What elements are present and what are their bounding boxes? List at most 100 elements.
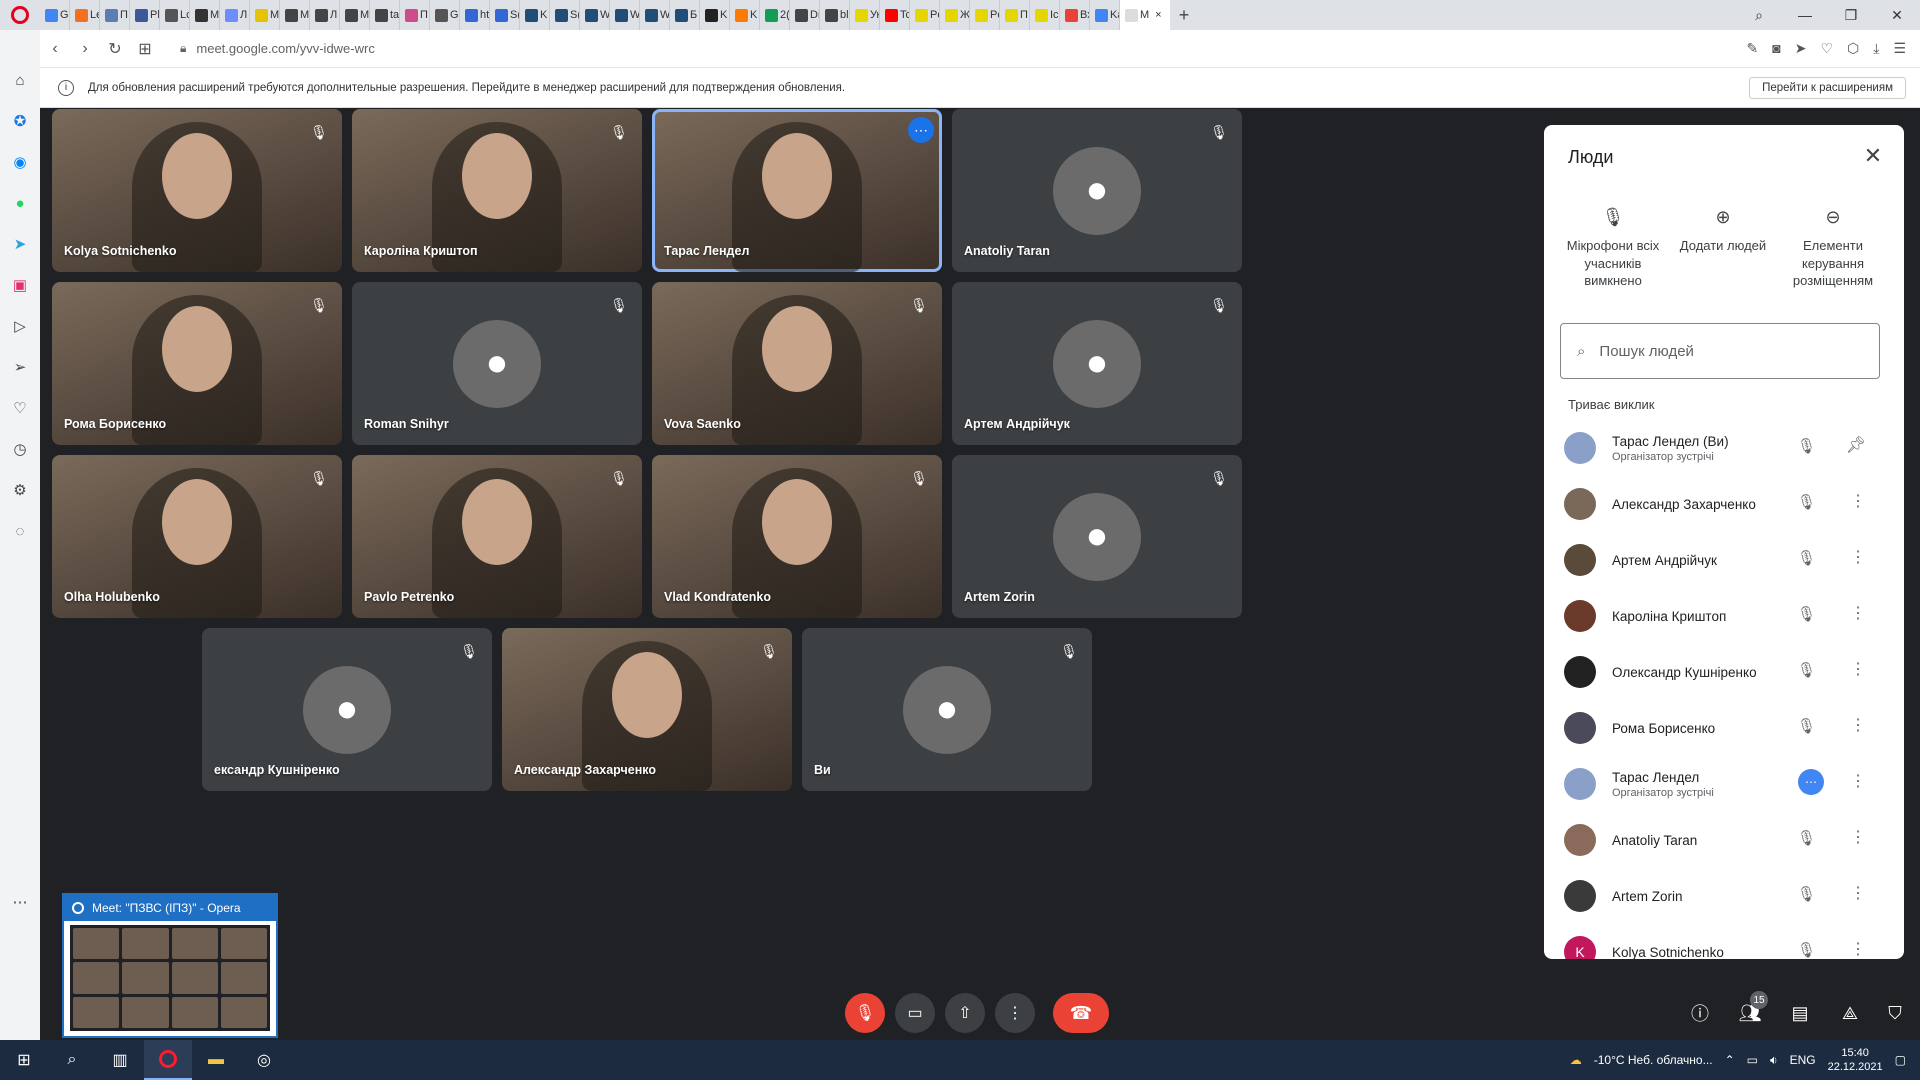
more-vert-icon[interactable]: ⋮ <box>1850 883 1866 903</box>
browser-tab[interactable]: Pe <box>970 0 1000 30</box>
mute-all-action[interactable]: 🎙︎ Мікрофони всіх учасників вимкнено <box>1558 205 1668 290</box>
add-people-action[interactable]: ⊕ Додати людей <box>1668 205 1778 290</box>
mic-muted-icon[interactable]: 🎙︎ <box>1797 437 1816 455</box>
more-vert-icon[interactable]: ⋮ <box>1850 827 1866 847</box>
browser-tab[interactable]: bl <box>820 0 850 30</box>
participant-row[interactable]: Рома Борисенко 🎙︎ ⋮ <box>1544 700 1904 756</box>
participant-tile[interactable]: 🎙︎ Кароліна Криштоп <box>352 109 642 272</box>
browser-tab[interactable]: ht <box>460 0 490 30</box>
easy-setup-icon[interactable]: ☰ <box>1893 40 1906 57</box>
microphone-toggle-button[interactable]: 🎙︎ <box>845 993 885 1033</box>
opera-menu-button[interactable] <box>0 0 40 30</box>
present-screen-button[interactable]: ⇧ <box>945 993 985 1033</box>
lightbulb-icon[interactable]: ◌ <box>10 521 30 541</box>
steam-icon[interactable]: ◎ <box>240 1040 288 1080</box>
browser-tab[interactable]: Вх <box>1060 0 1090 30</box>
forward-button[interactable]: › <box>70 40 100 58</box>
download-icon[interactable]: ⤓ <box>1873 40 1879 57</box>
volume-icon[interactable]: 🔉︎ <box>1770 1053 1778 1068</box>
meeting-details-button[interactable]: ⓘ <box>1680 993 1720 1033</box>
browser-tab[interactable]: Б <box>670 0 700 30</box>
mic-muted-icon[interactable]: 🎙︎ <box>1797 717 1816 735</box>
participant-row[interactable]: K Kolya Sotnichenko 🎙︎ ⋮ <box>1544 924 1904 959</box>
browser-tab[interactable]: S( <box>550 0 580 30</box>
participant-tile[interactable]: 🎙︎ Pavlo Petrenko <box>352 455 642 618</box>
participant-tile[interactable]: 🎙︎ Vova Saenko <box>652 282 942 445</box>
browser-tab[interactable]: M <box>340 0 370 30</box>
participant-tile[interactable]: 🎙︎ Kolya Sotnichenko <box>52 109 342 272</box>
browser-tab[interactable]: G <box>40 0 70 30</box>
browser-tab[interactable]: W <box>610 0 640 30</box>
heart-icon[interactable]: ♡ <box>1820 40 1833 57</box>
home-icon[interactable]: ⌂ <box>10 70 30 90</box>
mic-muted-icon[interactable]: 🎙︎ <box>1797 605 1816 623</box>
browser-tab[interactable]: Л <box>310 0 340 30</box>
more-vert-icon[interactable]: ⋮ <box>1850 939 1866 959</box>
whatsapp-icon[interactable]: ● <box>10 193 30 213</box>
participant-tile[interactable]: ● 🎙︎ Артем Андрійчук <box>952 282 1242 445</box>
task-view-icon[interactable]: ▥ <box>96 1040 144 1080</box>
browser-tab[interactable]: П <box>1000 0 1030 30</box>
browser-tab[interactable]: S( <box>490 0 520 30</box>
player-icon[interactable]: ▷ <box>10 316 30 336</box>
browser-tab[interactable]: K <box>520 0 550 30</box>
more-vert-icon[interactable]: ⋮ <box>1850 491 1866 511</box>
browser-tab[interactable]: K <box>730 0 760 30</box>
settings-gear-icon[interactable]: ⚙ <box>10 480 30 500</box>
telegram-icon[interactable]: ➤ <box>10 234 30 254</box>
bookmarks-heart-icon[interactable]: ♡ <box>10 398 30 418</box>
minimize-button[interactable]: — <box>1782 0 1828 30</box>
pin-icon[interactable]: 📌︎ <box>1846 435 1866 455</box>
participant-tile[interactable]: ● 🎙︎ Artem Zorin <box>952 455 1242 618</box>
participant-tile[interactable]: ● 🎙︎ ександр Кушніренко <box>202 628 492 791</box>
browser-tab[interactable]: Pl <box>130 0 160 30</box>
browser-tab[interactable]: Л <box>220 0 250 30</box>
activities-button[interactable]: ⟁ <box>1830 993 1870 1033</box>
restore-button[interactable]: ❐ <box>1828 0 1874 30</box>
mic-muted-icon[interactable]: 🎙︎ <box>1797 493 1816 511</box>
participant-row[interactable]: Тарас Лендел Організатор зустрічі ⋯ ⋮ <box>1544 756 1904 812</box>
browser-tab[interactable]: Lc <box>160 0 190 30</box>
chat-button[interactable]: ▤ <box>1780 993 1820 1033</box>
language-indicator[interactable]: ENG <box>1790 1053 1816 1067</box>
send-icon[interactable]: ➤ <box>1795 40 1807 57</box>
search-icon[interactable]: ⌕ <box>48 1040 96 1080</box>
start-button[interactable]: ⊞ <box>0 1040 48 1080</box>
browser-tab[interactable]: Gl <box>430 0 460 30</box>
participant-row[interactable]: Тарас Лендел (Ви) Організатор зустрічі 🎙︎ 📌… <box>1544 420 1904 476</box>
browser-tab[interactable]: Le <box>70 0 100 30</box>
browser-tab[interactable]: Ic <box>1030 0 1060 30</box>
browser-tab[interactable]: M <box>250 0 280 30</box>
more-dots-icon[interactable]: ⋯ <box>10 892 30 912</box>
active-tab[interactable]: M × <box>1120 0 1170 30</box>
notifications-icon[interactable]: ▢ <box>1895 1053 1906 1067</box>
instagram-icon[interactable]: ▣ <box>10 275 30 295</box>
mic-muted-icon[interactable]: 🎙︎ <box>1797 941 1816 959</box>
tray-expand-icon[interactable]: ⌃ <box>1725 1053 1735 1067</box>
mic-muted-icon[interactable]: 🎙︎ <box>1797 885 1816 903</box>
participant-row[interactable]: Кароліна Криштоп 🎙︎ ⋮ <box>1544 588 1904 644</box>
flow-icon[interactable]: ➢ <box>10 357 30 377</box>
participant-tile[interactable]: ● 🎙︎ Anatoliy Taran <box>952 109 1242 272</box>
browser-tab[interactable]: Ж <box>940 0 970 30</box>
more-vert-icon[interactable]: ⋮ <box>1850 771 1866 791</box>
search-tabs-icon[interactable]: ⌕ <box>1736 0 1782 30</box>
camera-toggle-button[interactable]: ▭ <box>895 993 935 1033</box>
people-search-input[interactable]: ⌕ Пошук людей <box>1560 323 1880 379</box>
host-controls-action[interactable]: ⊖ Елементи керування розміщенням <box>1778 205 1888 290</box>
browser-tab[interactable]: П <box>400 0 430 30</box>
opera-taskbar-icon[interactable] <box>144 1040 192 1080</box>
more-vert-icon[interactable]: ⋮ <box>1850 547 1866 567</box>
new-tab-button[interactable]: + <box>1170 5 1198 26</box>
browser-tab[interactable]: Pe <box>910 0 940 30</box>
browser-tab[interactable]: Tc <box>880 0 910 30</box>
tab-grid-icon[interactable]: ⊞ <box>130 39 160 59</box>
file-explorer-icon[interactable]: ▬ <box>192 1040 240 1080</box>
url-field[interactable]: 🔒︎ meet.google.com/yvv-idwe-wrc <box>180 41 375 56</box>
participant-tile[interactable]: 🎙︎ Vlad Kondratenko <box>652 455 942 618</box>
participant-row[interactable]: Artem Zorin 🎙︎ ⋮ <box>1544 868 1904 924</box>
participant-tile[interactable]: 🎙︎ Александр Захарченко <box>502 628 792 791</box>
browser-tab[interactable]: Di <box>790 0 820 30</box>
participant-row[interactable]: Олександр Кушніренко 🎙︎ ⋮ <box>1544 644 1904 700</box>
weather-text[interactable]: -10°C Неб. облачно... <box>1594 1053 1713 1067</box>
